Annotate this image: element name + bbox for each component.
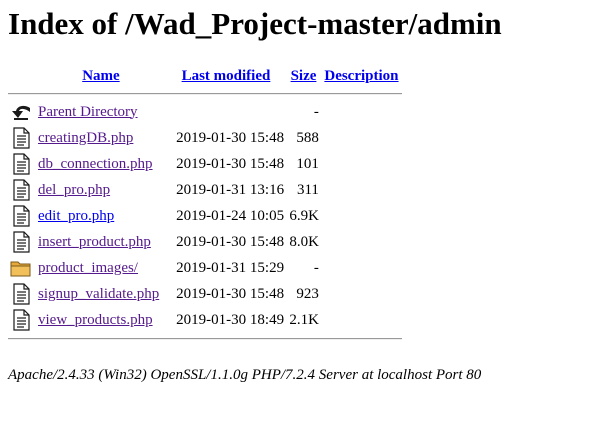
entry-modified: 2019-01-24 10:05 <box>176 207 285 224</box>
bottom-divider <box>8 337 402 340</box>
entry-size: - <box>313 259 319 276</box>
entry-size: 101 <box>296 155 319 172</box>
entry-size: 588 <box>296 129 319 146</box>
folder-icon <box>10 261 31 277</box>
listing-row: del_pro.php 2019-01-31 13:16 311 <box>8 177 402 203</box>
parent-directory-row: Parent Directory - <box>8 99 402 125</box>
entry-modified: 2019-01-30 15:48 <box>176 233 285 250</box>
entry-link[interactable]: product_images/ <box>38 260 138 276</box>
listing-row: db_connection.php 2019-01-30 15:48 101 <box>8 151 402 177</box>
sort-by-description-link[interactable]: Description <box>324 68 398 84</box>
file-icon <box>13 153 30 175</box>
entry-link[interactable]: creatingDB.php <box>38 130 133 146</box>
back-arrow-icon <box>12 105 30 120</box>
entry-description <box>321 307 402 333</box>
listing-row: edit_pro.php 2019-01-24 10:05 6.9K <box>8 203 402 229</box>
file-icon <box>13 205 30 227</box>
entry-description <box>321 151 402 177</box>
entry-description <box>321 177 402 203</box>
entry-link[interactable]: view_products.php <box>38 312 153 328</box>
listing-row: view_products.php 2019-01-30 18:49 2.1K <box>8 307 402 333</box>
entry-description <box>321 203 402 229</box>
entry-size: 2.1K <box>289 311 319 328</box>
entry-description <box>321 255 402 281</box>
entry-modified: 2019-01-30 15:48 <box>176 155 285 172</box>
header-last-modified: Last modified <box>166 64 286 88</box>
entry-description <box>321 229 402 255</box>
entry-size: 311 <box>296 181 319 198</box>
entry-modified: 2019-01-31 15:29 <box>176 259 285 276</box>
entry-link[interactable]: signup_validate.php <box>38 286 159 302</box>
header-icon-cell <box>8 64 36 88</box>
listing-row: creatingDB.php 2019-01-30 15:48 588 <box>8 125 402 151</box>
entry-size: 6.9K <box>289 207 319 224</box>
entry-link[interactable]: edit_pro.php <box>38 208 114 224</box>
file-icon <box>13 231 30 253</box>
file-icon <box>13 127 30 149</box>
header-name: Name <box>36 64 166 88</box>
entry-size: 923 <box>296 285 319 302</box>
parent-directory-link[interactable]: Parent Directory <box>38 104 138 120</box>
directory-listing: Name Last modified Size Description Pare… <box>8 64 402 344</box>
entry-modified: 2019-01-30 15:48 <box>176 129 285 146</box>
entry-description <box>321 125 402 151</box>
entry-description <box>321 281 402 307</box>
entry-modified: 2019-01-30 18:49 <box>176 311 285 328</box>
entry-link[interactable]: db_connection.php <box>38 156 153 172</box>
sort-by-size-link[interactable]: Size <box>291 68 317 84</box>
listing-row: product_images/2019-01-31 15:29 - <box>8 255 402 281</box>
entry-modified: 2019-01-31 13:16 <box>176 181 285 198</box>
header-description: Description <box>321 64 402 88</box>
sort-by-name-link[interactable]: Name <box>82 68 120 84</box>
separator-row <box>8 88 402 99</box>
parent-size: - <box>313 103 319 120</box>
entry-modified: 2019-01-30 15:48 <box>176 285 285 302</box>
page-title: Index of /Wad_Project-master/admin <box>8 6 502 41</box>
file-icon <box>13 283 30 305</box>
header-row: Name Last modified Size Description <box>8 64 402 88</box>
sort-by-modified-link[interactable]: Last modified <box>182 68 271 84</box>
listing-row: signup_validate.php 2019-01-30 15:48 923 <box>8 281 402 307</box>
entry-link[interactable]: insert_product.php <box>38 234 151 250</box>
file-icon <box>13 309 30 331</box>
header-size: Size <box>286 64 321 88</box>
entry-size: 8.0K <box>289 233 319 250</box>
separator-row <box>8 333 402 344</box>
listing-row: insert_product.php 2019-01-30 15:48 8.0K <box>8 229 402 255</box>
server-signature: Apache/2.4.33 (Win32) OpenSSL/1.1.0g PHP… <box>8 367 482 383</box>
entry-link[interactable]: del_pro.php <box>38 182 110 198</box>
file-icon <box>13 179 30 201</box>
top-divider <box>8 92 402 95</box>
